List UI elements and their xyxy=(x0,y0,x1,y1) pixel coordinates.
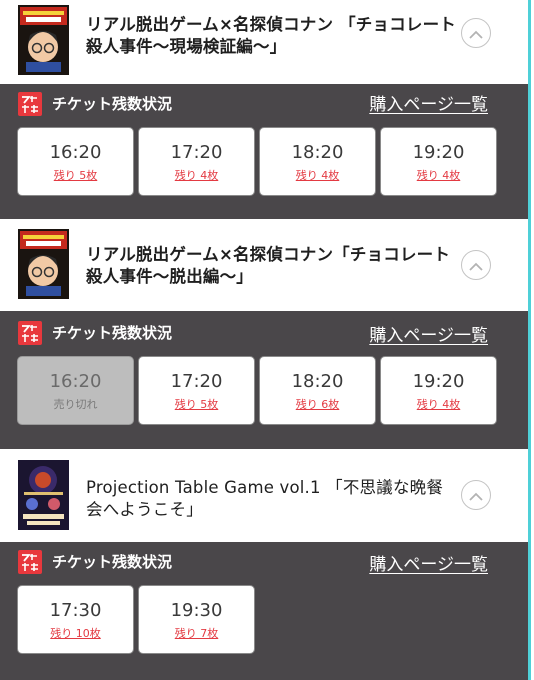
slot-sold-out-label: 売り切れ xyxy=(53,398,98,411)
purchase-pages-link[interactable]: 購入ページ一覧 xyxy=(369,554,488,576)
slot-time: 19:30 xyxy=(170,600,223,621)
event-title: リアル脱出ゲーム×名探偵コナン 「チョコレート殺人事件〜現場検証編〜」 xyxy=(86,15,457,56)
slot-time: 17:30 xyxy=(49,600,102,621)
time-slot[interactable]: 17:30 残り 10枚 xyxy=(17,585,134,654)
sukuchike-logo-icon xyxy=(18,550,42,574)
time-slot[interactable]: 19:20 残り 4枚 xyxy=(380,356,497,425)
ticket-status-panel: チケット残数状況 購入ページ一覧 16:20 残り 5枚 17:20 残り 4枚… xyxy=(0,84,531,219)
event-header[interactable]: リアル脱出ゲーム×名探偵コナン「チョコレート殺人事件〜脱出編〜」 xyxy=(0,219,531,311)
ticket-status-heading: チケット残数状況 xyxy=(52,324,173,342)
slot-remaining: 残り 4枚 xyxy=(174,169,219,182)
event-header[interactable]: リアル脱出ゲーム×名探偵コナン 「チョコレート殺人事件〜現場検証編〜」 xyxy=(0,0,531,84)
time-slot[interactable]: 19:30 残り 7枚 xyxy=(138,585,255,654)
ticket-status-heading: チケット残数状況 xyxy=(52,95,173,113)
chevron-up-icon xyxy=(469,24,483,43)
collapse-toggle-button[interactable] xyxy=(461,250,491,280)
sukuchike-logo-icon xyxy=(18,321,42,345)
time-slot-list: 16:20 残り 5枚 17:20 残り 4枚 18:20 残り 4枚 19:2… xyxy=(17,127,497,196)
slot-time: 16:20 xyxy=(49,371,102,392)
slot-time: 16:20 xyxy=(49,142,102,163)
panel-header: チケット残数状況 購入ページ一覧 xyxy=(0,542,531,582)
event-title: Projection Table Game vol.1 「不思議な晩餐会へようこ… xyxy=(86,478,444,519)
ticket-status-panel: チケット残数状況 購入ページ一覧 17:30 残り 10枚 19:30 残り 7… xyxy=(0,542,531,680)
time-slot[interactable]: 16:20 残り 5枚 xyxy=(17,127,134,196)
event-header[interactable]: Projection Table Game vol.1 「不思議な晩餐会へようこ… xyxy=(0,449,531,542)
slot-time: 19:20 xyxy=(412,142,465,163)
slot-time: 18:20 xyxy=(291,142,344,163)
slot-remaining: 残り 4枚 xyxy=(416,169,461,182)
time-slot[interactable]: 17:20 残り 5枚 xyxy=(138,356,255,425)
time-slot[interactable]: 17:20 残り 4枚 xyxy=(138,127,255,196)
slot-time: 19:20 xyxy=(412,371,465,392)
slot-remaining: 残り 4枚 xyxy=(295,169,340,182)
time-slot[interactable]: 19:20 残り 4枚 xyxy=(380,127,497,196)
panel-header: チケット残数状況 購入ページ一覧 xyxy=(0,84,531,124)
time-slot-list: 17:30 残り 10枚 19:30 残り 7枚 xyxy=(17,585,255,654)
time-slot-sold-out: 16:20 売り切れ xyxy=(17,356,134,425)
ticket-status-page: リアル脱出ゲーム×名探偵コナン 「チョコレート殺人事件〜現場検証編〜」 チケット… xyxy=(0,0,531,680)
slot-remaining: 残り 4枚 xyxy=(416,398,461,411)
conan-chocolate-poster-thumbnail xyxy=(18,229,69,299)
purchase-pages-link[interactable]: 購入ページ一覧 xyxy=(369,94,488,116)
slot-remaining: 残り 5枚 xyxy=(53,169,98,182)
slot-time: 18:20 xyxy=(291,371,344,392)
sukuchike-logo-icon xyxy=(18,92,42,116)
slot-time: 17:20 xyxy=(170,371,223,392)
collapse-toggle-button[interactable] xyxy=(461,18,491,48)
slot-remaining: 残り 5枚 xyxy=(174,398,219,411)
conan-chocolate-poster-thumbnail xyxy=(18,5,69,75)
panel-header: チケット残数状況 購入ページ一覧 xyxy=(0,313,531,353)
event-title: リアル脱出ゲーム×名探偵コナン「チョコレート殺人事件〜脱出編〜」 xyxy=(86,245,451,286)
collapse-toggle-button[interactable] xyxy=(461,480,491,510)
time-slot[interactable]: 18:20 残り 6枚 xyxy=(259,356,376,425)
time-slot[interactable]: 18:20 残り 4枚 xyxy=(259,127,376,196)
slot-remaining: 残り 6枚 xyxy=(295,398,340,411)
slot-remaining: 残り 10枚 xyxy=(50,627,101,640)
chevron-up-icon xyxy=(469,256,483,275)
purchase-pages-link[interactable]: 購入ページ一覧 xyxy=(369,325,488,347)
ticket-status-panel: チケット残数状況 購入ページ一覧 16:20 売り切れ 17:20 残り 5枚 … xyxy=(0,311,531,449)
time-slot-list: 16:20 売り切れ 17:20 残り 5枚 18:20 残り 6枚 19:20… xyxy=(17,356,497,425)
chevron-up-icon xyxy=(469,486,483,505)
slot-time: 17:20 xyxy=(170,142,223,163)
projection-dinner-poster-thumbnail xyxy=(18,460,69,530)
scroll-edge-accent xyxy=(528,0,531,680)
ticket-status-heading: チケット残数状況 xyxy=(52,553,173,571)
slot-remaining: 残り 7枚 xyxy=(174,627,219,640)
